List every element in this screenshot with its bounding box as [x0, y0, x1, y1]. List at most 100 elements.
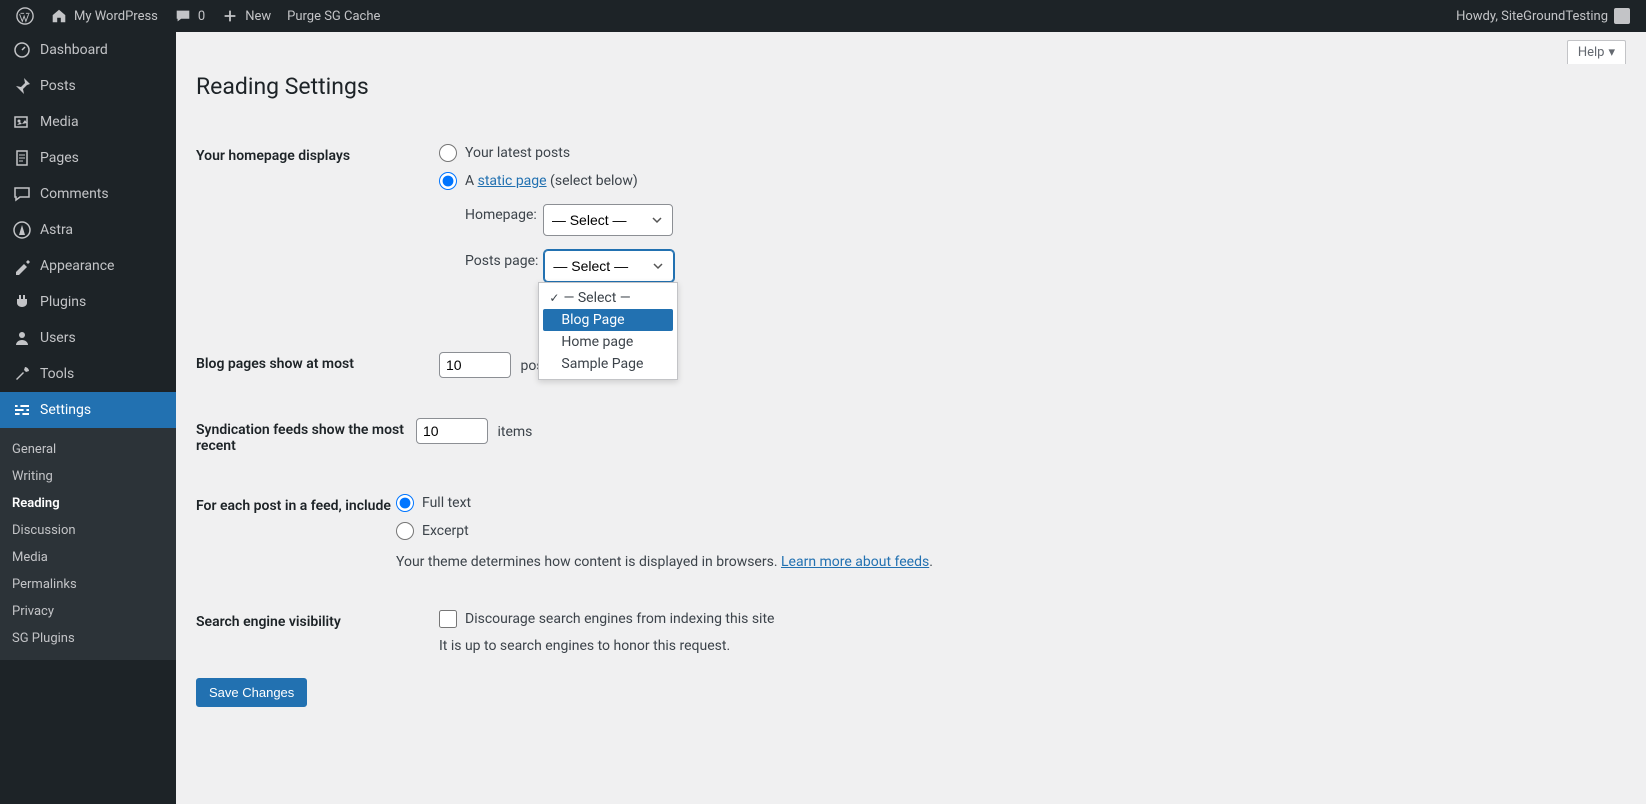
dropdown-option-home-page[interactable]: Home page — [543, 331, 673, 353]
howdy-text: Howdy, SiteGroundTesting — [1456, 9, 1608, 24]
help-tab[interactable]: Help ▾ — [1567, 40, 1626, 64]
submenu-general[interactable]: General — [0, 436, 176, 463]
settings-icon — [12, 400, 32, 420]
sidebar-item-appearance[interactable]: Appearance — [0, 248, 176, 284]
sidebar-label: Media — [40, 114, 79, 130]
users-icon — [12, 328, 32, 348]
purge-text: Purge SG Cache — [287, 9, 380, 24]
sidebar-item-media[interactable]: Media — [0, 104, 176, 140]
admin-sidebar: Dashboard Posts Media Pages Comments Ast… — [0, 32, 176, 804]
learn-more-link[interactable]: Learn more about feeds — [781, 554, 929, 570]
site-name-link[interactable]: My WordPress — [42, 0, 166, 32]
label-syndication: Syndication feeds show the most recent — [196, 418, 416, 454]
submit-row: Save Changes — [196, 678, 1626, 707]
radio-latest-posts-label[interactable]: Your latest posts — [439, 144, 1626, 162]
checkbox-discourage-label[interactable]: Discourage search engines from indexing … — [439, 610, 1626, 628]
radio-excerpt[interactable] — [396, 522, 414, 540]
wordpress-logo-link[interactable] — [8, 0, 42, 32]
pages-icon — [12, 148, 32, 168]
blog-pages-input[interactable] — [439, 352, 511, 378]
sidebar-item-astra[interactable]: Astra — [0, 212, 176, 248]
radio-static-page[interactable] — [439, 172, 457, 190]
syndication-input[interactable] — [416, 418, 488, 444]
pin-icon — [12, 76, 32, 96]
appearance-icon — [12, 256, 32, 276]
account-link[interactable]: Howdy, SiteGroundTesting — [1448, 0, 1638, 32]
sidebar-item-pages[interactable]: Pages — [0, 140, 176, 176]
new-link[interactable]: New — [213, 0, 279, 32]
sidebar-item-dashboard[interactable]: Dashboard — [0, 32, 176, 68]
avatar — [1614, 8, 1630, 24]
dropdown-option-select[interactable]: — Select — — [543, 287, 673, 309]
posts-page-select[interactable]: — Select — — [544, 250, 674, 282]
dashboard-icon — [12, 40, 32, 60]
row-search-visibility: Search engine visibility Discourage sear… — [196, 570, 1626, 654]
plus-icon — [221, 7, 239, 25]
comments-icon — [12, 184, 32, 204]
comments-count: 0 — [198, 9, 205, 24]
submenu-media[interactable]: Media — [0, 544, 176, 571]
radio-latest-posts[interactable] — [439, 144, 457, 162]
sidebar-item-settings[interactable]: Settings — [0, 392, 176, 428]
submenu-discussion[interactable]: Discussion — [0, 517, 176, 544]
posts-page-dropdown: — Select — Blog Page Home page Sample Pa… — [538, 282, 678, 380]
dropdown-option-blog-page[interactable]: Blog Page — [543, 309, 673, 331]
submenu-privacy[interactable]: Privacy — [0, 598, 176, 625]
row-homepage-displays: Your homepage displays Your latest posts… — [196, 124, 1626, 292]
submenu-writing[interactable]: Writing — [0, 463, 176, 490]
radio-excerpt-label[interactable]: Excerpt — [396, 522, 1626, 540]
posts-page-select-wrap: — Select — — Select — Blog Page Home pag… — [544, 250, 674, 282]
sidebar-label: Astra — [40, 222, 73, 238]
submenu-permalinks[interactable]: Permalinks — [0, 571, 176, 598]
checkbox-discourage[interactable] — [439, 610, 457, 628]
main-content: Help ▾ Reading Settings Your homepage di… — [176, 32, 1646, 727]
full-text-text: Full text — [422, 495, 471, 511]
syndication-control: items — [416, 418, 1626, 444]
sidebar-label: Pages — [40, 150, 79, 166]
help-bar: Help ▾ — [196, 32, 1626, 64]
sidebar-label: Appearance — [40, 258, 114, 274]
sidebar-label: Users — [40, 330, 76, 346]
feed-include-options: Full text Excerpt Your theme determines … — [396, 494, 1626, 570]
sidebar-label: Dashboard — [40, 42, 108, 58]
latest-posts-text: Your latest posts — [465, 145, 570, 161]
sidebar-item-users[interactable]: Users — [0, 320, 176, 356]
sidebar-item-comments[interactable]: Comments — [0, 176, 176, 212]
topbar-left: My WordPress 0 New Purge SG Cache — [8, 0, 388, 32]
save-button[interactable]: Save Changes — [196, 678, 307, 707]
astra-icon — [12, 220, 32, 240]
admin-top-bar: My WordPress 0 New Purge SG Cache Howdy,… — [0, 0, 1646, 32]
search-visibility-control: Discourage search engines from indexing … — [439, 610, 1626, 654]
submenu-reading[interactable]: Reading — [0, 490, 176, 517]
dropdown-option-sample-page[interactable]: Sample Page — [543, 353, 673, 375]
radio-full-text-label[interactable]: Full text — [396, 494, 1626, 512]
static-page-link[interactable]: static page — [478, 173, 547, 189]
row-syndication: Syndication feeds show the most recent i… — [196, 378, 1626, 454]
tools-icon — [12, 364, 32, 384]
posts-page-select-label: Posts page: — [465, 253, 538, 269]
static-page-text: A static page (select below) — [465, 173, 638, 189]
purge-cache-link[interactable]: Purge SG Cache — [279, 0, 388, 32]
homepage-select[interactable]: — Select — — [543, 204, 673, 236]
page-title: Reading Settings — [196, 64, 1626, 104]
submenu-sg-plugins[interactable]: SG Plugins — [0, 625, 176, 652]
discourage-text: Discourage search engines from indexing … — [465, 611, 774, 627]
label-blog-pages: Blog pages show at most — [196, 352, 439, 372]
comment-icon — [174, 7, 192, 25]
homepage-select-row: Homepage: — Select — — [465, 204, 1626, 236]
site-name-text: My WordPress — [74, 9, 158, 24]
wordpress-logo-icon — [16, 7, 34, 25]
sidebar-label: Settings — [40, 402, 91, 418]
sidebar-item-plugins[interactable]: Plugins — [0, 284, 176, 320]
row-feed-include: For each post in a feed, include Full te… — [196, 454, 1626, 570]
sidebar-item-tools[interactable]: Tools — [0, 356, 176, 392]
radio-static-page-label[interactable]: A static page (select below) — [439, 172, 1626, 190]
excerpt-text: Excerpt — [422, 523, 469, 539]
label-homepage-displays: Your homepage displays — [196, 144, 439, 164]
new-text: New — [245, 9, 271, 24]
comments-link[interactable]: 0 — [166, 0, 213, 32]
label-search-visibility: Search engine visibility — [196, 610, 439, 630]
radio-full-text[interactable] — [396, 494, 414, 512]
sidebar-item-posts[interactable]: Posts — [0, 68, 176, 104]
sidebar-label: Plugins — [40, 294, 86, 310]
